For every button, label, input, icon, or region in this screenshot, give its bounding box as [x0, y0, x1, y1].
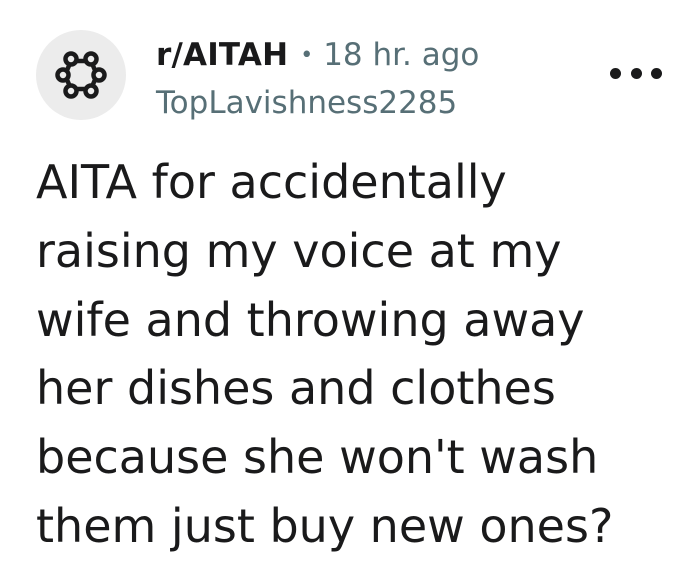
post-meta: r/AITAH • 18 hr. ago	[156, 35, 479, 75]
post-timestamp: 18 hr. ago	[323, 37, 480, 73]
post-title-line: raising my voice at my	[36, 223, 562, 278]
subreddit-link[interactable]: r/AITAH	[156, 37, 288, 73]
author-link[interactable]: TopLavishness2285	[156, 83, 457, 123]
meta-separator: •	[300, 42, 314, 68]
post-title-line: wife and throwing away	[36, 292, 585, 347]
more-options-icon-dot	[651, 67, 662, 79]
more-options-icon	[610, 67, 621, 79]
post-title[interactable]: AITA for accidentally raising my voice a…	[36, 148, 666, 561]
subreddit-snoo-icon	[55, 51, 107, 99]
post-title-line: because she won't wash	[36, 430, 599, 485]
more-options-button[interactable]	[610, 58, 662, 88]
post-header: r/AITAH • 18 hr. ago TopLavishness2285	[0, 0, 679, 140]
post-title-line: her dishes and clothes	[36, 361, 556, 416]
post-title-line: them just buy new ones?	[36, 498, 614, 553]
more-options-icon-dot	[630, 67, 642, 79]
post-title-line: AITA for accidentally	[36, 155, 507, 209]
subreddit-avatar[interactable]	[36, 30, 126, 120]
